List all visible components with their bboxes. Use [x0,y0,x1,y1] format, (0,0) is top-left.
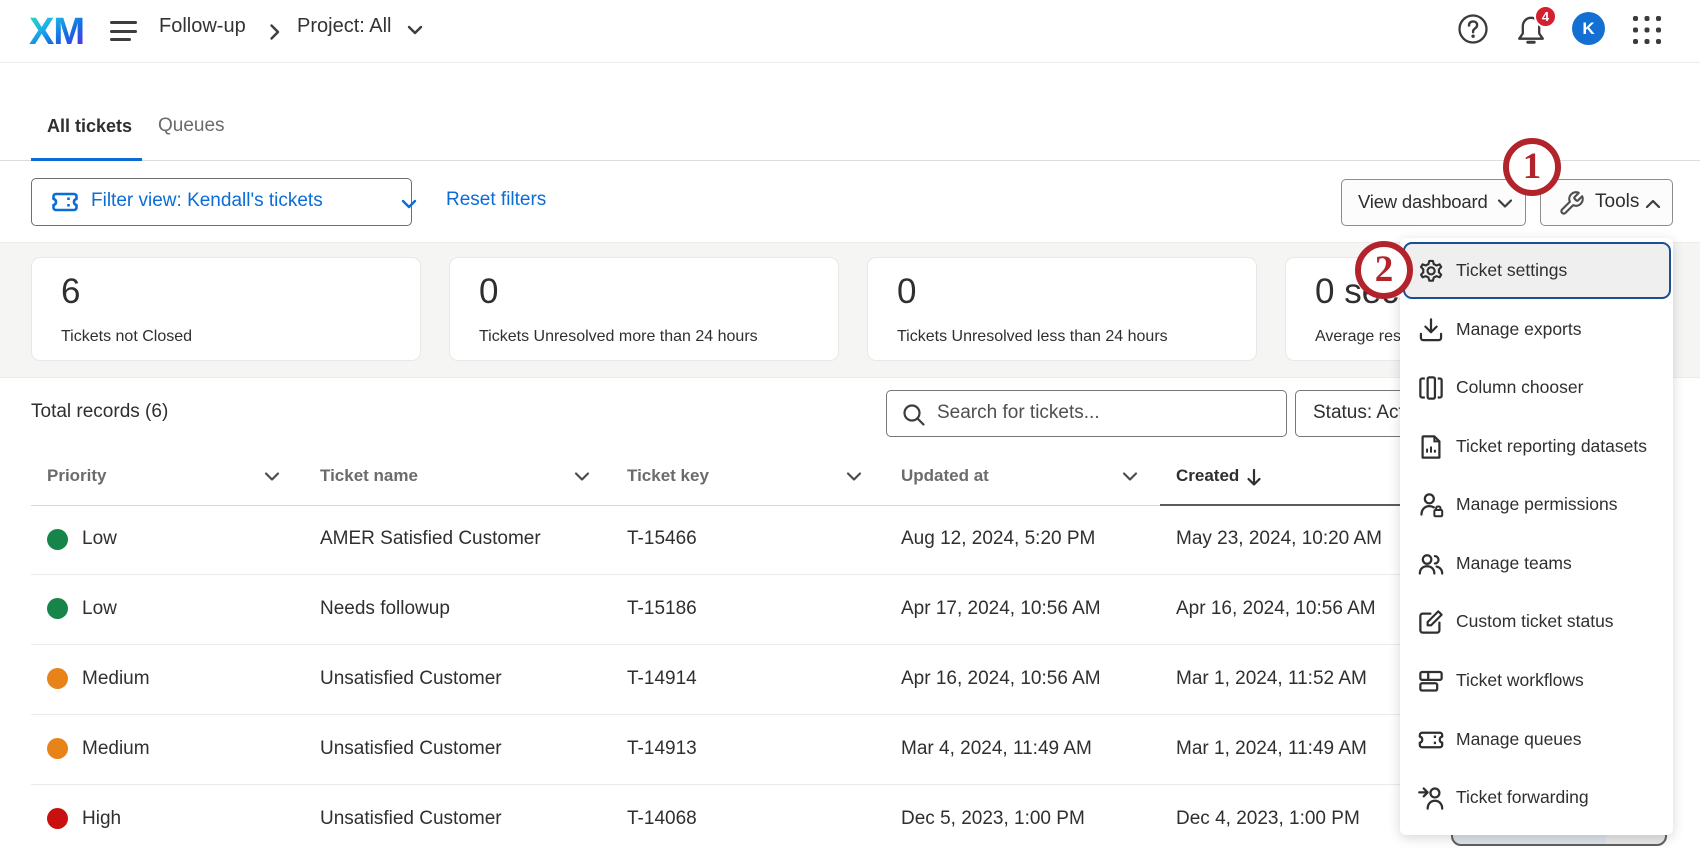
svg-text:XM: XM [29,11,83,48]
